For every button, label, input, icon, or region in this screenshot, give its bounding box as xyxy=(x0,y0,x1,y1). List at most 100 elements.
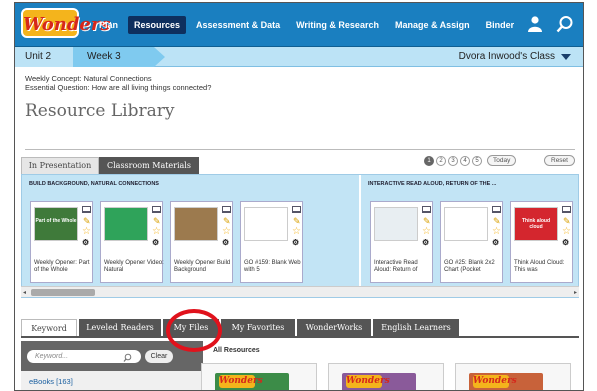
resource-thumbnail[interactable] xyxy=(444,207,488,241)
page-number-button[interactable]: 1 xyxy=(424,155,434,166)
today-button[interactable]: Today xyxy=(487,155,517,166)
page-number-button[interactable]: 3 xyxy=(448,155,458,166)
resource-label[interactable]: GO #159: Blank Web with 5 xyxy=(244,260,304,274)
gear-icon[interactable]: ⚙ xyxy=(222,239,229,247)
reset-button[interactable]: Reset xyxy=(544,155,575,166)
pencil-icon[interactable]: ✎ xyxy=(423,216,431,226)
resource-card[interactable]: ✎ ☆ ⚙ Weekly Opener Video: Natural xyxy=(100,201,164,283)
favorite-star-icon[interactable]: ☆ xyxy=(562,227,571,237)
gear-icon[interactable]: ⚙ xyxy=(562,239,569,247)
gear-icon[interactable]: ⚙ xyxy=(292,239,299,247)
group-divider xyxy=(359,175,361,287)
horizontal-scrollbar[interactable]: ◂ ▸ xyxy=(21,286,579,297)
resource-thumbnail[interactable] xyxy=(174,207,218,241)
resource-label[interactable]: Weekly Opener Video: Natural xyxy=(104,260,164,274)
page-number-button[interactable]: 2 xyxy=(436,155,446,166)
present-icon[interactable] xyxy=(222,206,231,213)
resource-label[interactable]: GO #25: Blank 2x2 Chart (Pocket xyxy=(444,260,504,274)
gear-icon[interactable]: ⚙ xyxy=(82,239,89,247)
result-card[interactable]: Wonders xyxy=(328,363,444,390)
nav-item[interactable]: Binder xyxy=(480,16,521,34)
search-tab[interactable]: English Learners xyxy=(373,319,459,337)
resource-card[interactable]: ✎ ☆ ⚙ GO #25: Blank 2x2 Chart (Pocket xyxy=(440,201,503,283)
wonders-logo[interactable]: Wonders xyxy=(21,8,111,38)
weekly-concept: Weekly Concept: Natural Connections Esse… xyxy=(25,74,211,92)
divider xyxy=(25,149,575,150)
favorite-star-icon[interactable]: ☆ xyxy=(82,227,91,237)
nav-item[interactable]: Manage & Assign xyxy=(389,16,476,34)
gear-icon[interactable]: ⚙ xyxy=(492,239,499,247)
pencil-icon[interactable]: ✎ xyxy=(293,216,301,226)
scroll-right-icon[interactable]: ▸ xyxy=(574,289,577,296)
nav-item[interactable]: Resources xyxy=(128,16,187,34)
present-icon[interactable] xyxy=(492,206,501,213)
resource-card[interactable]: ✎ ☆ ⚙ Weekly Opener Build Background xyxy=(170,201,233,283)
present-icon[interactable] xyxy=(82,206,91,213)
nav-menu: Plan Resources Assessment & Data Writing & … xyxy=(93,3,524,47)
page-number-button[interactable]: 5 xyxy=(472,155,482,166)
favorite-star-icon[interactable]: ☆ xyxy=(222,227,231,237)
present-icon[interactable] xyxy=(422,206,431,213)
essential-question-label: Essential Question: xyxy=(25,83,90,92)
pencil-icon[interactable]: ✎ xyxy=(153,216,161,226)
resource-thumbnail[interactable] xyxy=(374,207,418,241)
resource-card[interactable]: Part of the Whole ✎ ☆ ⚙ Weekly Opener: Part … xyxy=(30,201,93,283)
favorite-star-icon[interactable]: ☆ xyxy=(292,227,301,237)
pencil-icon[interactable]: ✎ xyxy=(223,216,231,226)
result-card[interactable]: Wonders xyxy=(455,363,571,390)
nav-item[interactable]: Assessment & Data xyxy=(190,16,286,34)
pencil-icon[interactable]: ✎ xyxy=(493,216,501,226)
weekly-concept-value: Natural Connections xyxy=(83,74,152,83)
gear-icon[interactable]: ⚙ xyxy=(152,239,159,247)
gear-icon[interactable]: ⚙ xyxy=(422,239,429,247)
search-tab[interactable]: Leveled Readers xyxy=(79,319,161,337)
scroll-left-icon[interactable]: ◂ xyxy=(23,289,26,296)
resource-thumbnail[interactable] xyxy=(244,207,288,241)
week-selector[interactable]: Week 3 xyxy=(73,47,165,67)
favorite-star-icon[interactable]: ☆ xyxy=(492,227,501,237)
sidebar-item-ebooks[interactable]: eBooks [163] xyxy=(21,371,203,390)
results-heading: All Resources xyxy=(213,347,260,354)
resource-card[interactable]: ✎ ☆ ⚙ GO #159: Blank Web with 5 xyxy=(240,201,303,283)
unit-selector[interactable]: Unit 2 xyxy=(15,47,73,67)
present-icon[interactable] xyxy=(292,206,301,213)
resource-label[interactable]: Interactive Read Aloud: Return of xyxy=(374,260,434,274)
user-icon[interactable] xyxy=(528,16,542,32)
tab-in-presentation[interactable]: In Presentation xyxy=(21,157,99,174)
caret-down-icon[interactable] xyxy=(561,54,571,60)
resource-label[interactable]: Think Aloud Cloud: This was xyxy=(514,260,574,274)
resource-thumbnail[interactable]: Part of the Whole xyxy=(34,207,78,241)
search-tab[interactable]: Keyword xyxy=(21,319,77,337)
tab-underline xyxy=(21,336,579,338)
class-selector[interactable]: Dvora Inwood's Class xyxy=(459,47,555,67)
result-thumbnail: Wonders xyxy=(215,373,289,390)
scrollbar-thumb[interactable] xyxy=(31,289,95,296)
result-card[interactable]: Wonders xyxy=(201,363,317,390)
resource-label[interactable]: Weekly Opener: Part of the Whole xyxy=(34,260,94,274)
favorite-star-icon[interactable]: ☆ xyxy=(422,227,431,237)
search-icon[interactable] xyxy=(556,15,574,33)
top-navigation: Wonders Plan Resources Assessment & Data Wr… xyxy=(15,3,583,47)
resource-thumbnail[interactable]: Think aloud cloud xyxy=(514,207,558,241)
resource-card[interactable]: Think aloud cloud ✎ ☆ ⚙ Think Aloud Cloud: T… xyxy=(510,201,573,283)
pencil-icon[interactable]: ✎ xyxy=(563,216,571,226)
app-window: Wonders Plan Resources Assessment & Data Wr… xyxy=(14,2,584,391)
present-icon[interactable] xyxy=(562,206,571,213)
nav-item[interactable]: Plan xyxy=(93,16,124,34)
search-tab[interactable]: My Favorites xyxy=(221,319,295,337)
favorite-star-icon[interactable]: ☆ xyxy=(152,227,161,237)
clear-button[interactable]: Clear xyxy=(145,350,173,363)
tab-classroom-materials[interactable]: Classroom Materials xyxy=(99,157,199,174)
resource-card[interactable]: ✎ ☆ ⚙ Interactive Read Aloud: Return of xyxy=(370,201,433,283)
search-tab[interactable]: WonderWorks xyxy=(297,319,371,337)
resource-label[interactable]: Weekly Opener Build Background xyxy=(174,260,234,274)
present-icon[interactable] xyxy=(152,206,161,213)
page-number-button[interactable]: 4 xyxy=(460,155,470,166)
wonders-logo: Wonders xyxy=(346,375,390,388)
search-icon[interactable] xyxy=(123,353,132,362)
nav-item[interactable]: Writing & Research xyxy=(290,16,385,34)
resource-thumbnail[interactable] xyxy=(104,207,148,241)
pencil-icon[interactable]: ✎ xyxy=(83,216,91,226)
keyword-search-input[interactable]: Keyword... xyxy=(27,350,141,363)
thumbnail-caption: Part of the Whole xyxy=(35,218,77,224)
